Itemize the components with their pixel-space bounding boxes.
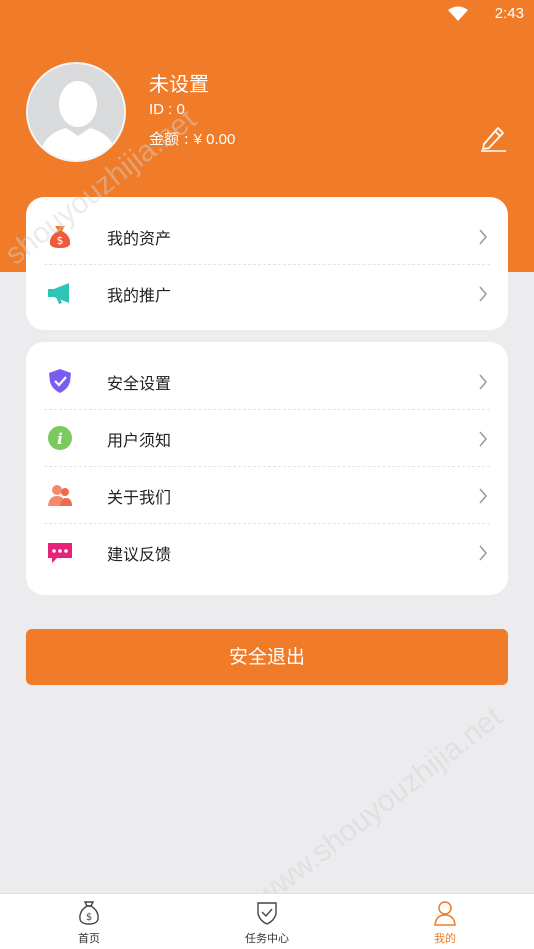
wifi-icon: [448, 6, 468, 21]
svg-text:$: $: [57, 234, 64, 247]
default-avatar-icon: [38, 81, 118, 160]
people-icon: [48, 485, 72, 506]
tab-task-center[interactable]: 任务中心: [207, 894, 327, 949]
money-bag-icon: $: [49, 226, 71, 248]
chevron-right-icon: [479, 286, 487, 302]
balance-value: ¥ 0.00: [193, 131, 236, 148]
status-bar: 2:43: [0, 0, 534, 30]
watermark-bottom: www.shouyouzhijia.net: [249, 700, 509, 914]
menu-item-about-us[interactable]: 关于我们: [26, 466, 508, 523]
bottom-tab-bar: $ 首页 任务中心 我的: [0, 893, 534, 949]
profile-id: ID : 0: [149, 101, 185, 118]
menu-item-security-settings[interactable]: 安全设置: [26, 352, 508, 409]
balance-label: 金额 :: [149, 130, 194, 148]
menu-label: 我的资产: [107, 229, 172, 248]
menu-card-settings: 安全设置 i 用户须知 关于我们 建议反馈: [26, 342, 508, 595]
menu-label: 我的推广: [107, 286, 172, 305]
tab-label: 我的: [434, 932, 456, 945]
shield-icon: [49, 369, 71, 393]
menu-item-my-assets[interactable]: $ 我的资产: [26, 207, 508, 264]
menu-label: 关于我们: [107, 488, 172, 507]
menu-label: 安全设置: [107, 374, 172, 393]
profile-balance: 金额 : ¥ 0.00: [149, 128, 235, 149]
tab-label: 任务中心: [245, 932, 289, 945]
menu-card-assets: $ 我的资产 我的推广: [26, 197, 508, 330]
chevron-right-icon: [479, 488, 487, 504]
megaphone-icon: [48, 283, 69, 304]
money-bag-outline-icon: $: [79, 901, 99, 925]
tab-home[interactable]: $ 首页: [29, 894, 149, 949]
edit-icon[interactable]: [478, 122, 508, 152]
tab-mine[interactable]: 我的: [385, 894, 505, 949]
user-icon: [434, 901, 456, 926]
logout-button[interactable]: 安全退出: [26, 629, 508, 685]
menu-item-user-notice[interactable]: i 用户须知: [26, 409, 508, 466]
chevron-right-icon: [479, 431, 487, 447]
chevron-right-icon: [479, 545, 487, 561]
chat-icon: [48, 543, 72, 563]
profile-name: 未设置: [149, 72, 209, 96]
menu-label: 用户须知: [107, 431, 172, 450]
status-time: 2:43: [494, 5, 524, 22]
tab-label: 首页: [78, 932, 100, 945]
menu-item-feedback[interactable]: 建议反馈: [26, 523, 508, 580]
task-shield-icon: [257, 902, 277, 925]
svg-text:$: $: [86, 912, 92, 923]
menu-item-my-promotion[interactable]: 我的推广: [26, 264, 508, 321]
info-icon: i: [48, 426, 72, 450]
menu-label: 建议反馈: [107, 545, 172, 564]
chevron-right-icon: [479, 374, 487, 390]
chevron-right-icon: [479, 229, 487, 245]
avatar[interactable]: [26, 62, 126, 162]
svg-text:i: i: [57, 430, 63, 448]
